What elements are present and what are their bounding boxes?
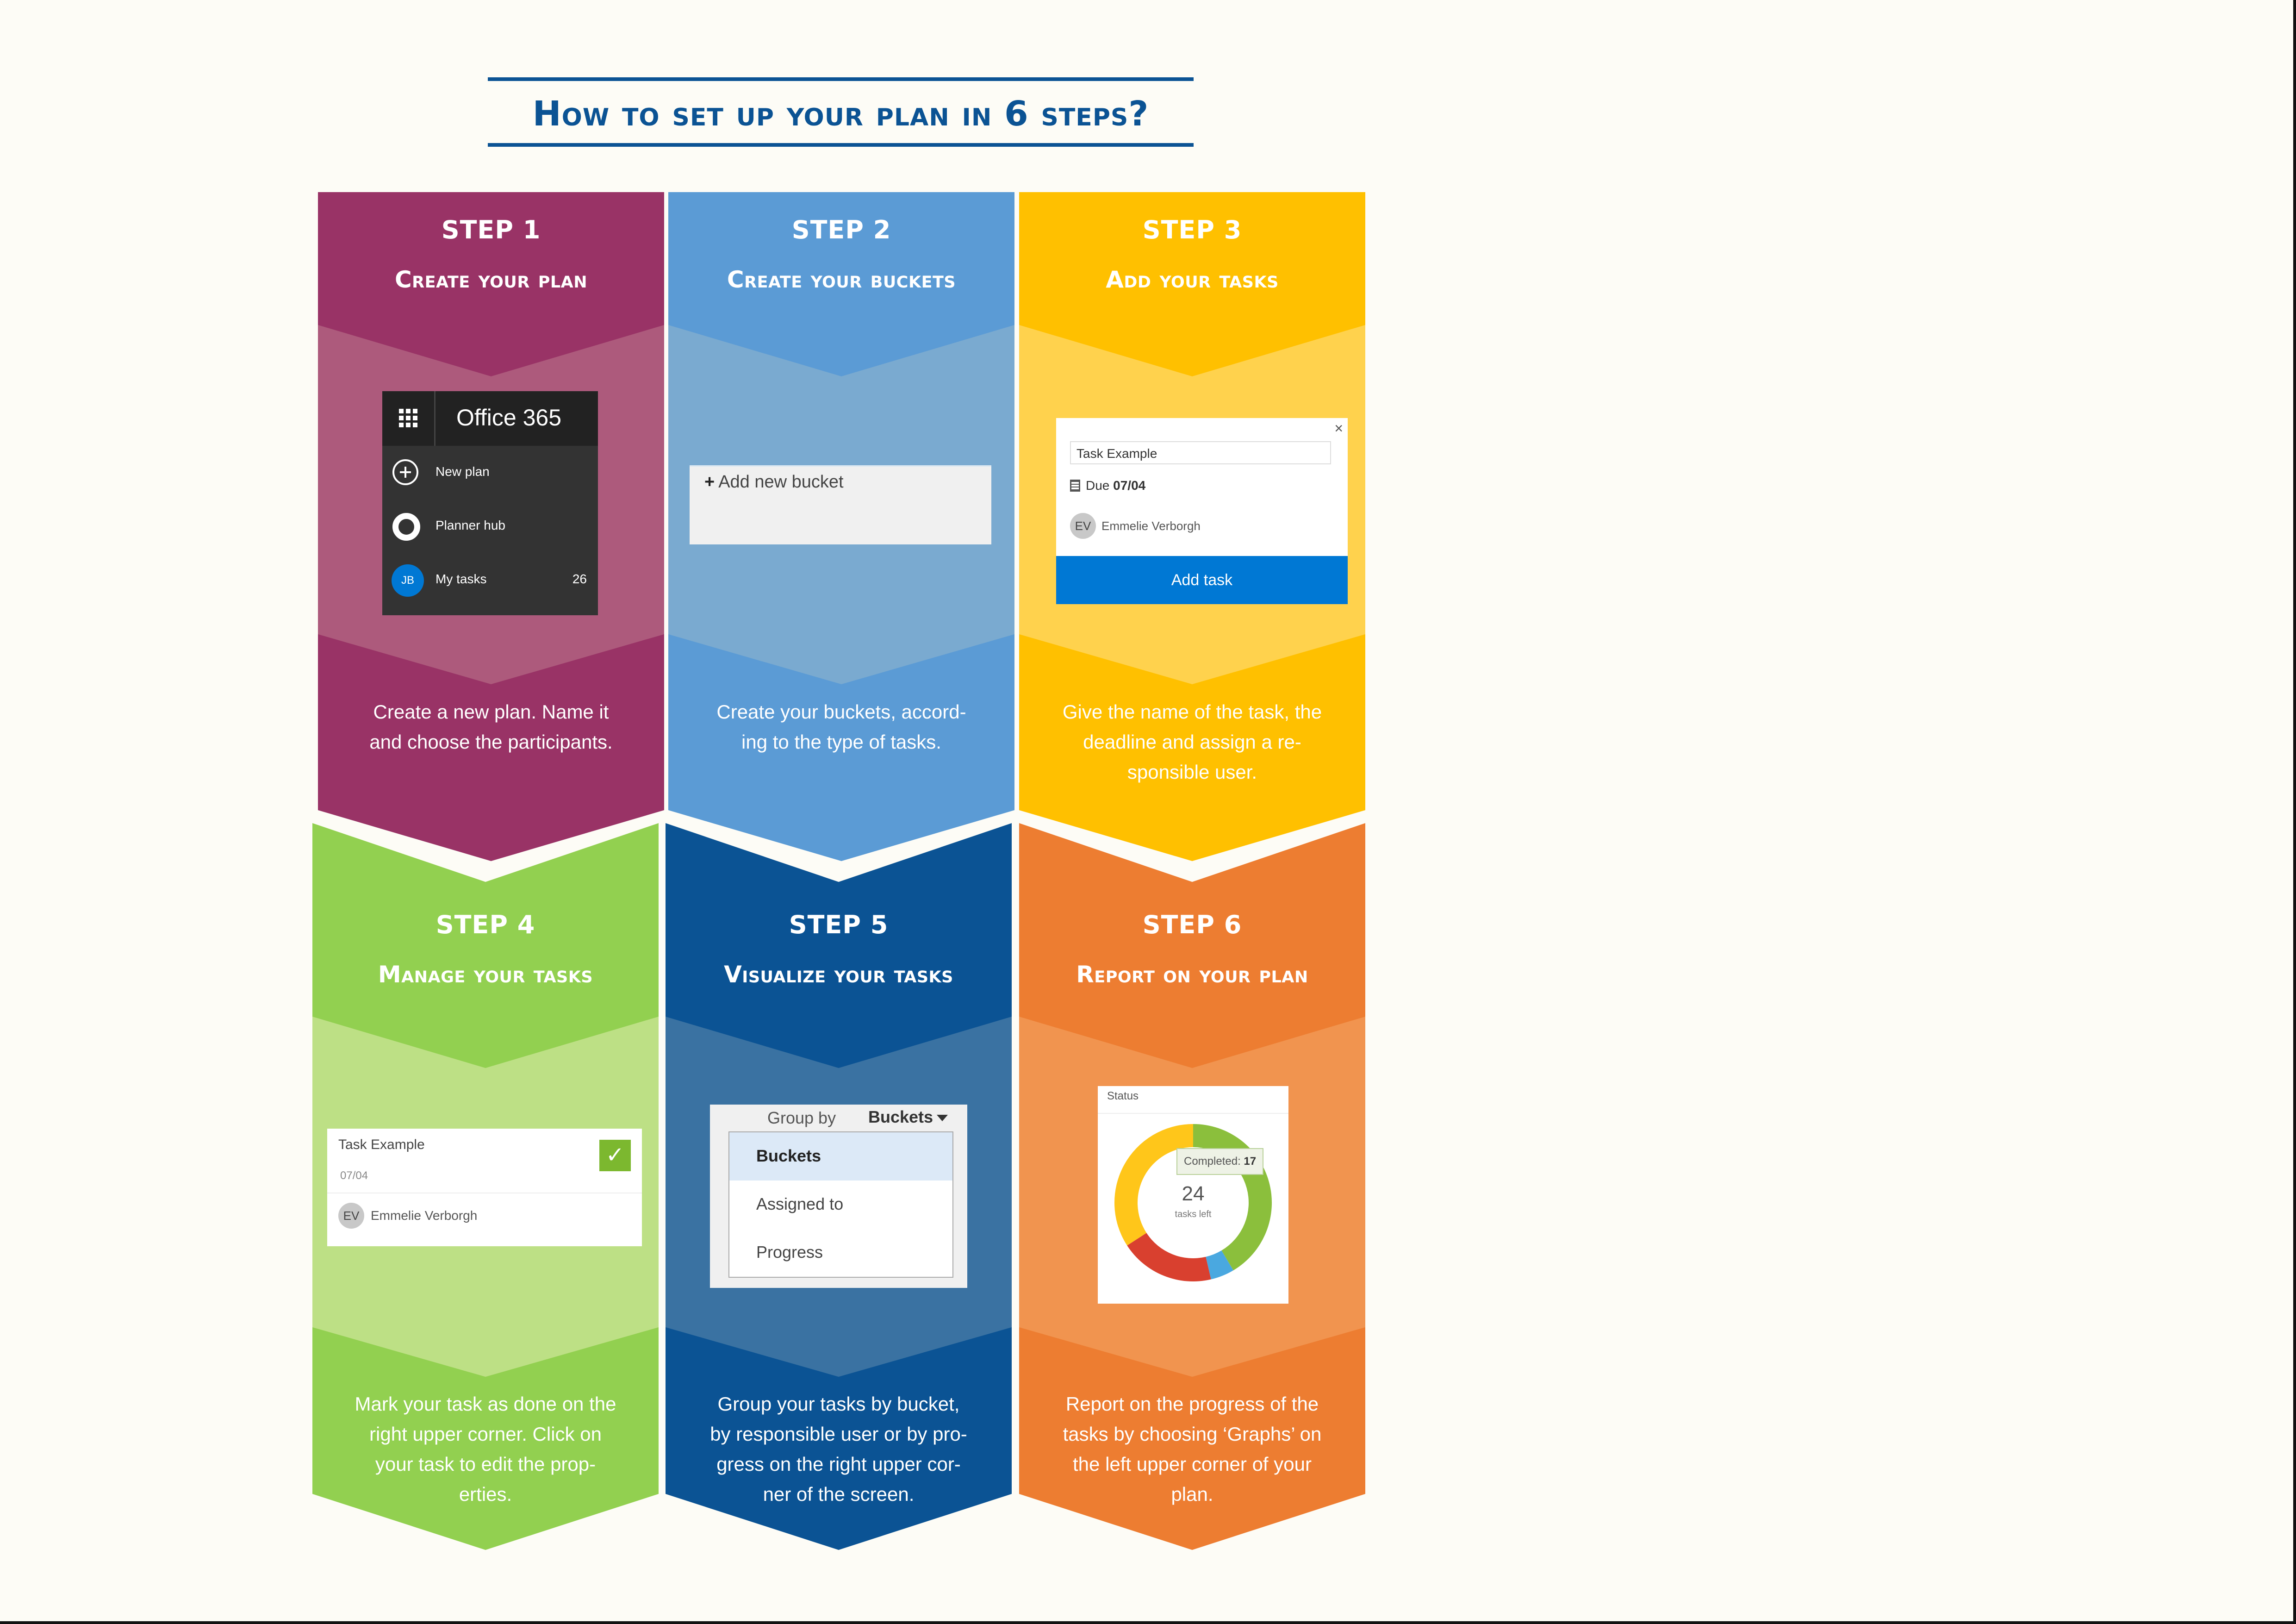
planner-hub-icon: [392, 513, 420, 541]
title-rule-bottom: [488, 143, 1194, 147]
step-label: STEP 3: [1142, 215, 1242, 244]
group-by-select[interactable]: Buckets: [868, 1107, 933, 1127]
group-by-label: Group by: [767, 1108, 836, 1127]
step-heading: Report on your plan: [1076, 961, 1308, 988]
chevron-down-icon[interactable]: [937, 1115, 948, 1121]
status-chart-mockup: Status 24 tasks left Completed: 17: [1098, 1086, 1288, 1304]
close-icon[interactable]: ×: [1334, 420, 1343, 437]
page-edge-right: [2293, 0, 2296, 1624]
menu-item-label: Planner hub: [436, 518, 506, 532]
completed-tooltip: Completed: 17: [1176, 1148, 1264, 1175]
assignee: EV Emmelie Verborgh: [338, 1203, 477, 1229]
menu-item-planner-hub[interactable]: Planner hub: [382, 501, 598, 552]
assignee-name: Emmelie Verborgh: [371, 1208, 478, 1223]
donut-slice-not-started-other[interactable]: [1127, 1233, 1211, 1281]
step-description: Create a new plan. Name it and choose th…: [369, 701, 613, 753]
checkmark-icon[interactable]: ✓: [599, 1140, 631, 1171]
step-label: STEP 1: [441, 215, 541, 244]
tooltip-value: 17: [1244, 1155, 1257, 1168]
step-heading: Add your tasks: [1106, 266, 1279, 293]
task-name-input[interactable]: Task Example: [1070, 441, 1331, 464]
task-name: Task Example: [338, 1137, 425, 1152]
step-3-panel: STEP 3 Add your tasks × Task Example Due…: [1019, 192, 1365, 861]
add-bucket-label: Add new bucket: [718, 472, 844, 492]
office365-header: Office 365: [382, 391, 598, 446]
menu-item-my-tasks[interactable]: JB My tasks 26: [382, 555, 598, 606]
step-description: Mark your task as done on the right uppe…: [355, 1393, 616, 1505]
avatar: JB: [392, 564, 424, 597]
step-4-panel: STEP 4 Manage your tasks Task Example 07…: [312, 823, 659, 1550]
task-date: 07/04: [340, 1169, 368, 1182]
step-description: Create your buckets, accord-ing to the t…: [716, 701, 966, 753]
avatar: EV: [1070, 513, 1096, 539]
add-task-button[interactable]: Add task: [1056, 556, 1348, 604]
menu-item-new-plan[interactable]: New plan: [382, 448, 598, 499]
calendar-icon: [1070, 480, 1080, 492]
step-label: STEP 4: [436, 910, 535, 939]
step-1-panel: STEP 1 Create your plan Office 365 New p…: [318, 192, 664, 861]
step-heading: Visualize your tasks: [724, 961, 953, 988]
step-2-panel: STEP 2 Create your buckets + Add new buck…: [668, 192, 1014, 861]
task-count-badge: 26: [572, 572, 587, 586]
step-label: STEP 2: [791, 215, 891, 244]
group-by-dropdown: Buckets Assigned to Progress: [728, 1131, 953, 1278]
step-description: Group your tasks by bucket, by responsib…: [710, 1393, 967, 1505]
page-title: How to set up your plan in 6 steps?: [532, 94, 1149, 134]
title-rule-top: [488, 77, 1194, 81]
step-description: Report on the progress of the tasks by c…: [1063, 1393, 1322, 1505]
step-heading: Manage your tasks: [378, 961, 593, 988]
page-edge-bottom: [0, 1621, 2296, 1624]
option-progress[interactable]: Progress: [729, 1229, 952, 1277]
group-by-mockup: Group by Buckets Buckets Assigned to Pro…: [710, 1105, 967, 1288]
avatar: EV: [338, 1203, 364, 1229]
tooltip-label: Completed:: [1184, 1155, 1241, 1168]
step-label: STEP 5: [789, 910, 889, 939]
app-launcher-icon[interactable]: [382, 391, 436, 446]
due-label: Due: [1086, 478, 1110, 493]
plus-circle-icon: [392, 459, 418, 485]
assignee-name: Emmelie Verborgh: [1101, 518, 1201, 533]
plus-icon: +: [704, 472, 715, 492]
add-task-mockup: × Task Example Due 07/04 EV Emmelie Verbo…: [1056, 418, 1348, 604]
due-date-field[interactable]: Due 07/04: [1070, 478, 1145, 493]
tasks-left-value: 24: [1182, 1182, 1205, 1205]
add-new-bucket-button[interactable]: + Add new bucket: [704, 472, 844, 492]
option-assigned-to[interactable]: Assigned to: [729, 1181, 952, 1229]
task-card-mockup[interactable]: Task Example 07/04 ✓ EV Emmelie Verborgh: [327, 1129, 642, 1246]
office365-brand: Office 365: [456, 405, 562, 431]
assignee-field[interactable]: EV Emmelie Verborgh: [1070, 513, 1201, 539]
tasks-left-label: tasks left: [1175, 1209, 1212, 1219]
menu-item-label: My tasks: [436, 572, 487, 586]
step-label: STEP 6: [1142, 910, 1242, 939]
office365-menu-mockup: Office 365 New plan Planner hub JB My ta…: [382, 391, 598, 615]
step-5-panel: STEP 5 Visualize your tasks Group by Buc…: [666, 823, 1012, 1550]
add-bucket-mockup[interactable]: + Add new bucket: [690, 465, 991, 544]
step-heading: Create your buckets: [727, 266, 956, 293]
menu-item-label: New plan: [436, 464, 490, 479]
step-description: Give the name of the task, the deadline …: [1062, 701, 1322, 783]
step-heading: Create your plan: [394, 266, 588, 293]
option-buckets[interactable]: Buckets: [729, 1132, 952, 1181]
due-date-value: 07/04: [1113, 478, 1146, 493]
step-6-panel: STEP 6 Report on your plan Status 24 tas…: [1019, 823, 1365, 1550]
